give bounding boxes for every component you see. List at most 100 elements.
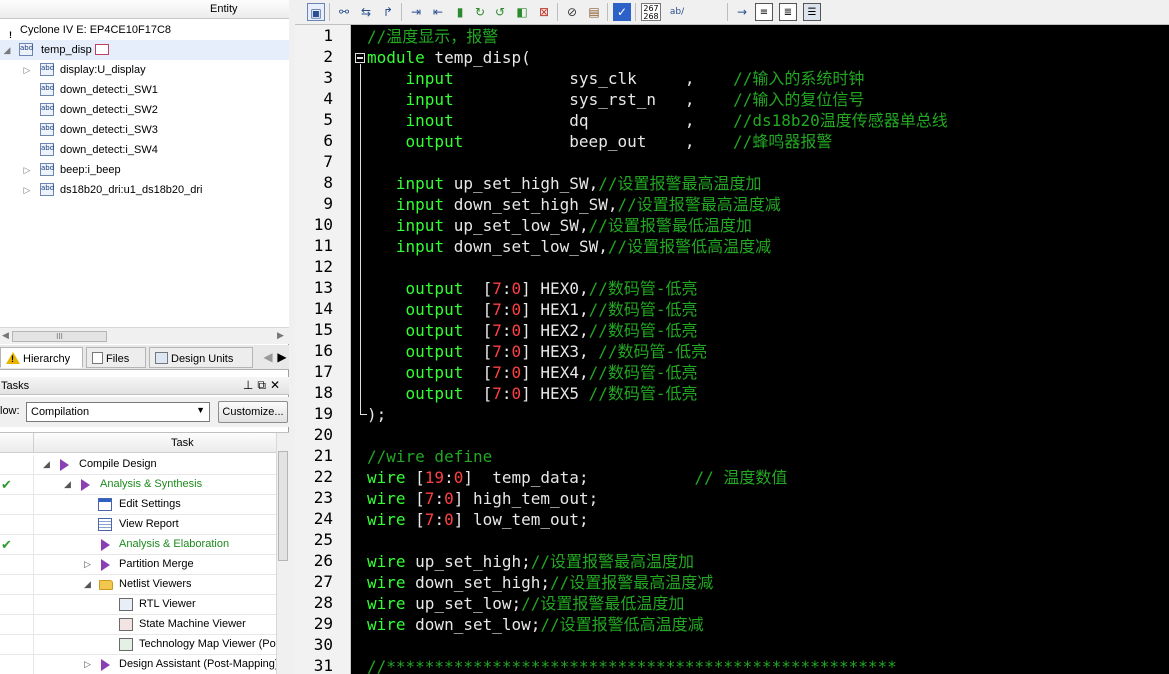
expand-arrow-icon[interactable]: ▷ [22,160,32,180]
task-row[interactable]: State Machine Viewer [0,615,276,635]
code-line[interactable]: output [7:0] HEX5 //数码管-低亮 [367,383,698,404]
customize-button[interactable]: Customize... [218,401,288,423]
code-line[interactable]: wire up_set_high;//设置报警最高温度加 [367,551,694,572]
code-line[interactable]: wire [7:0] low_tem_out; [367,509,589,530]
task-row[interactable]: ✔ Analysis & Elaboration [0,535,276,555]
tab-scroll-right-icon[interactable]: ▶ [276,349,288,365]
expand-arrow-icon[interactable]: ▷ [22,180,32,200]
horizontal-scrollbar[interactable]: ◀ III ▶ [0,327,289,344]
tree-item[interactable]: abd down_detect:i_SW4 [0,140,289,160]
collapse-arrow-icon[interactable]: ◢ [64,475,71,494]
expand-arrow-icon[interactable]: ▷ [22,60,32,80]
code-line[interactable]: module temp_disp( [367,47,531,68]
outdent-icon[interactable]: ⇤ [429,3,447,21]
code-line[interactable]: //wire define [367,446,492,467]
keyword-token: input [395,195,445,214]
bookmark-clear-icon[interactable]: ⊠ [535,3,553,21]
find-icon[interactable]: ⚯ [335,3,353,21]
code-line[interactable]: output [7:0] HEX4,//数码管-低亮 [367,362,698,383]
status-column-header[interactable] [0,433,34,453]
bookmark-prev-icon[interactable]: ↺ [491,3,509,21]
tree-item[interactable]: ▷ abd ds18b20_dri:u1_ds18b20_dri [0,180,289,200]
code-line[interactable]: output [7:0] HEX0,//数码管-低亮 [367,278,698,299]
tab-design-units[interactable]: Design Units [149,347,253,368]
code-line[interactable]: input up_set_high_SW,//设置报警最高温度加 [367,173,762,194]
keyword-token: input [395,216,445,235]
tree-item[interactable]: ▷ abd display:U_display [0,60,289,80]
expand-arrow-icon[interactable]: ▷ [84,555,91,574]
scroll-thumb[interactable]: III [12,331,107,342]
code-line[interactable]: wire up_set_low;//设置报警最低温度加 [367,593,684,614]
code-editor[interactable]: 1 2 3 4 5 6 7 8 9 10 11 12 13 14 15 16 17 18 19 20 21 22 23 24 2… [295,25,1169,674]
pin-icon[interactable]: ⊥ [243,378,257,392]
task-row[interactable]: RTL Viewer [0,595,276,615]
fold-collapse-icon[interactable] [355,53,365,63]
scroll-right-icon[interactable]: ▶ [277,330,284,341]
tree-item[interactable]: abd down_detect:i_SW2 [0,100,289,120]
goto-icon[interactable]: ↱ [379,3,397,21]
code-line[interactable]: input up_set_low_SW,//设置报警最低温度加 [367,215,752,236]
task-row[interactable]: ◢ Netlist Viewers [0,575,276,595]
uncomment-icon[interactable]: ≣ [779,3,797,21]
view-toggle-icon[interactable]: ☰ [803,3,821,21]
device-row[interactable]: Cyclone IV E: EP4CE10F17C8 [0,20,289,52]
check-syntax-icon[interactable]: ✓ [613,3,631,21]
task-row[interactable]: ◢ Compile Design [0,455,276,475]
code-line[interactable]: //温度显示，报警 [367,26,498,47]
tab-files[interactable]: Files [86,347,146,368]
task-row[interactable]: ▷ Partition Merge [0,555,276,575]
template-icon[interactable]: ▤ [585,3,603,21]
find-replace-icon[interactable]: ⇆ [357,3,375,21]
code-line[interactable]: output [7:0] HEX1,//数码管-低亮 [367,299,698,320]
panel-controls[interactable]: ⊥⧉✕ [243,378,284,393]
task-row[interactable]: View Report [0,515,276,535]
code-line[interactable]: inout dq , //ds18b20温度传感器单总线 [367,110,948,131]
task-row[interactable]: ▷ Design Assistant (Post-Mapping) [0,655,279,674]
top-entity-row[interactable]: ◢ abd temp_disp [0,40,289,60]
expand-arrow-icon[interactable]: ▷ [84,655,91,674]
code-line[interactable]: ); [367,404,386,425]
indent-icon[interactable]: ⇥ [407,3,425,21]
code-line[interactable]: output beep_out , //蜂鸣器报警 [367,131,833,152]
tree-item[interactable]: abd down_detect:i_SW3 [0,120,289,140]
code-line[interactable]: //**************************************… [367,656,897,674]
task-row[interactable]: Technology Map Viewer (Pos [0,635,281,655]
comment-icon[interactable]: ≡ [755,3,773,21]
code-line[interactable]: wire down_set_low;//设置报警低高温度减 [367,614,704,635]
task-column-header[interactable]: Task [171,437,194,449]
word-wrap-icon[interactable]: ab/ [665,3,689,21]
scroll-left-icon[interactable]: ◀ [2,330,9,341]
tree-item[interactable]: ▷ abd beep:i_beep [0,160,289,180]
collapse-arrow-icon[interactable]: ◢ [43,455,50,474]
float-icon[interactable]: ⧉ [257,378,270,392]
line-number-icon[interactable]: 267 268 [641,3,661,21]
bookmark-icon[interactable]: ▮ [451,3,469,21]
code-line[interactable]: wire down_set_high;//设置报警最高温度减 [367,572,713,593]
tab-scroll-left-icon[interactable]: ◀ [262,349,274,365]
code-line[interactable]: input sys_rst_n , //输入的复位信号 [367,89,865,110]
task-row[interactable]: Edit Settings [0,495,276,515]
attach-icon[interactable]: ⊘ [563,3,581,21]
entity-column-header[interactable]: Entity [0,0,289,19]
code-line[interactable]: input down_set_high_SW,//设置报警最高温度减 [367,194,781,215]
vertical-scrollbar[interactable] [276,433,289,674]
task-row[interactable]: ✔ ◢ Analysis & Synthesis [0,475,276,495]
code-line[interactable]: output [7:0] HEX2,//数码管-低亮 [367,320,698,341]
tab-hierarchy[interactable]: Hierarchy [0,347,83,368]
number-token: 0 [511,363,522,382]
bookmark-next-icon[interactable]: ↻ [471,3,489,21]
scroll-thumb[interactable] [278,451,288,561]
code-line[interactable]: input down_set_low_SW,//设置报警低高温度减 [367,236,771,257]
arrow-right-icon[interactable]: → [733,3,751,21]
collapse-arrow-icon[interactable]: ◢ [2,40,12,60]
code-line[interactable]: input sys_clk , //输入的系统时钟 [367,68,865,89]
window-icon[interactable]: ▣ [307,3,325,21]
bookmark-toggle-icon[interactable]: ◧ [513,3,531,21]
code-line[interactable]: wire [19:0] temp_data; // 温度数值 [367,467,787,488]
close-icon[interactable]: ✕ [270,378,284,392]
code-line[interactable]: output [7:0] HEX3, //数码管-低亮 [367,341,708,362]
flow-select[interactable]: Compilation ▼ [26,402,210,422]
tree-item[interactable]: abd down_detect:i_SW1 [0,80,289,100]
collapse-arrow-icon[interactable]: ◢ [84,575,91,594]
code-line[interactable]: wire [7:0] high_tem_out; [367,488,598,509]
